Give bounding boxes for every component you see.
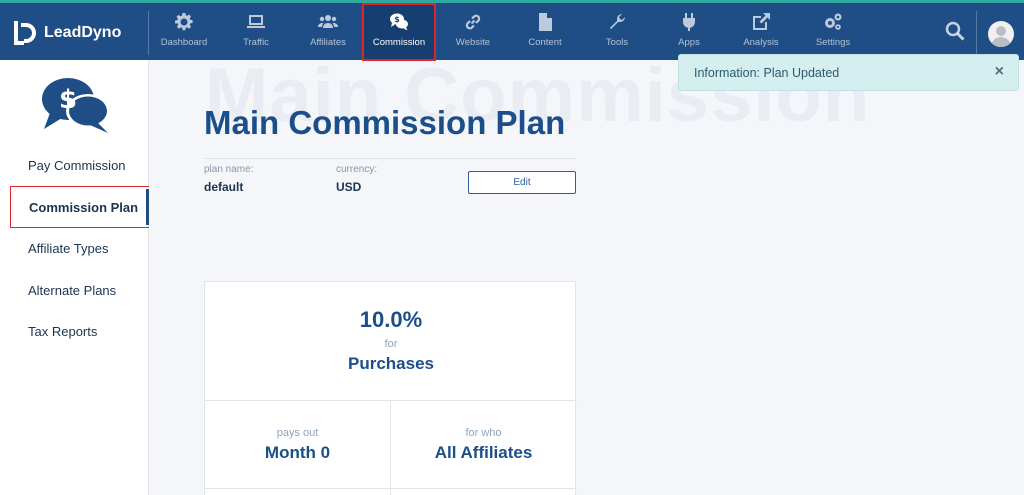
wrench-icon	[609, 14, 625, 30]
commission-chat-icon: $	[42, 78, 110, 133]
edit-button[interactable]: Edit	[468, 171, 576, 194]
svg-text:$: $	[394, 15, 400, 24]
toast-message: Information: Plan Updated	[694, 65, 840, 80]
app-name: LeadDyno	[44, 24, 122, 41]
currency-value: USD	[336, 180, 362, 194]
info-toast: Information: Plan Updated ×	[678, 54, 1019, 91]
nav-label: Commission	[372, 37, 426, 48]
nav-label: Affiliates	[310, 37, 346, 48]
nav-label: Analysis	[743, 37, 779, 48]
top-navbar: LeadDyno Dashboard Traffic Affiliates $ …	[0, 0, 1024, 61]
pays-out-label: pays out	[276, 427, 319, 439]
sidebar-item-label: Affiliate Types	[28, 240, 109, 256]
nav-label: Tools	[605, 37, 629, 48]
sidebar-item-alternate-plans[interactable]: Alternate Plans	[10, 269, 149, 311]
commission-chat-icon: $	[390, 13, 408, 31]
currency-label: currency:	[336, 164, 378, 175]
nav-label: Settings	[815, 37, 851, 48]
users-icon	[318, 15, 338, 28]
commission-event: Purchases	[348, 354, 434, 373]
page-title: Main Commission Plan	[204, 104, 566, 141]
sidebar-item-label: Alternate Plans	[28, 282, 117, 298]
external-link-icon	[753, 13, 770, 30]
commission-card: 10.0% for Purchases pays out Month 0 for…	[204, 281, 577, 495]
link-icon	[465, 14, 481, 30]
for-label: for	[384, 338, 398, 350]
sidebar-item-commission-plan[interactable]: Commission Plan	[10, 186, 149, 228]
svg-text:$: $	[59, 85, 77, 115]
for-who-label: for who	[465, 427, 502, 439]
avatar[interactable]	[988, 21, 1014, 47]
logo[interactable]: LeadDyno	[12, 17, 121, 49]
nav-label: Website	[455, 37, 491, 48]
nav-label: Dashboard	[160, 37, 208, 48]
nav-label: Traffic	[243, 37, 269, 48]
nav-label: Apps	[678, 37, 700, 48]
close-icon[interactable]: ×	[995, 63, 1004, 81]
file-icon	[539, 13, 552, 31]
commission-rate: 10.0%	[359, 307, 423, 332]
divider	[204, 158, 576, 159]
laptop-icon	[247, 15, 265, 28]
plan-name-value: default	[204, 180, 244, 194]
sidebar-item-affiliate-types[interactable]: Affiliate Types	[10, 227, 149, 269]
gear-icon	[175, 13, 193, 31]
sidebar-item-label: Pay Commission	[28, 157, 126, 173]
search-icon[interactable]	[944, 20, 966, 42]
user-icon	[991, 26, 1011, 47]
for-who-value: All Affiliates	[434, 443, 533, 462]
divider	[205, 488, 577, 489]
leaddyno-logo-icon	[14, 21, 36, 45]
sidebar-item-tax-reports[interactable]: Tax Reports	[10, 310, 149, 352]
divider	[205, 400, 577, 401]
sidebar-item-label: Commission Plan	[29, 199, 139, 215]
pays-out-value: Month 0	[264, 443, 331, 462]
sidebar: $ Pay Commission Commission Plan Affilia…	[0, 60, 149, 495]
plug-icon	[683, 13, 695, 31]
plan-name-label: plan name:	[204, 164, 254, 175]
nav-label: Content	[528, 37, 562, 48]
sidebar-item-label: Tax Reports	[28, 323, 98, 339]
nav-divider	[976, 11, 977, 55]
cogs-icon	[825, 13, 842, 30]
sidebar-item-pay-commission[interactable]: Pay Commission	[10, 144, 149, 186]
